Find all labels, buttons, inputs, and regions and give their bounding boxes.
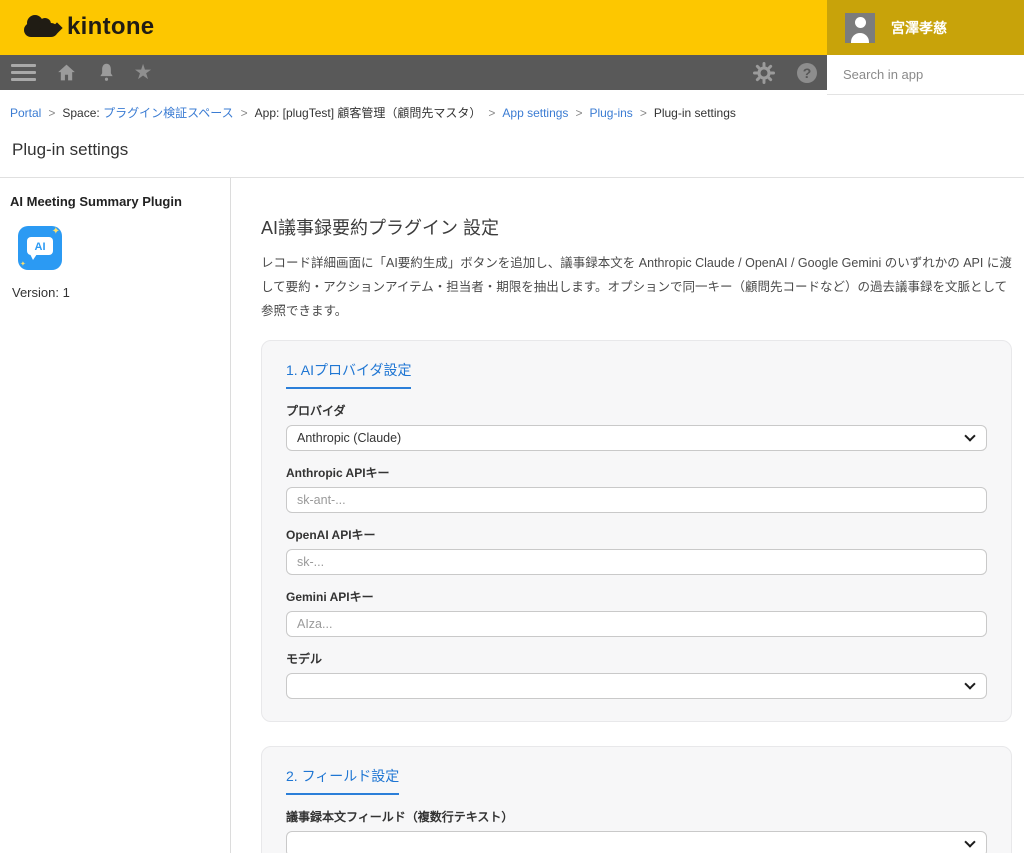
breadcrumb-item[interactable]: Plug-ins [589, 106, 632, 120]
avatar [845, 13, 875, 43]
plugin-name: AI Meeting Summary Plugin [10, 194, 220, 209]
kintone-cloud-icon [24, 23, 58, 37]
field-label: プロバイダ [286, 402, 987, 419]
notification-bell-icon[interactable] [95, 55, 117, 90]
plugin-icon: ✦ AI ✦ [18, 226, 62, 270]
speech-bubble-icon: AI [27, 237, 53, 255]
help-icon[interactable]: ? [795, 55, 819, 90]
model-select[interactable] [286, 673, 987, 699]
breadcrumb-prefix: Space: [62, 106, 103, 120]
breadcrumb-separator: > [488, 106, 495, 120]
plugin-icon-label: AI [35, 241, 46, 253]
settings-heading: AI議事録要約プラグイン 設定 [261, 214, 1012, 240]
brand-name: kintone [67, 13, 154, 41]
field-group: Anthropic APIキー [286, 464, 987, 513]
page-title: Plug-in settings [12, 140, 1024, 160]
plugin-sidebar: AI Meeting Summary Plugin ✦ AI ✦ Version… [0, 178, 231, 853]
breadcrumb-item[interactable]: Portal [10, 106, 41, 120]
field-group: プロバイダ Anthropic (Claude) [286, 402, 987, 451]
anthropic-api-key-input[interactable] [286, 487, 987, 513]
breadcrumb-item[interactable]: App settings [502, 106, 568, 120]
model-select-wrap [286, 673, 987, 699]
plugin-version: Version: 1 [12, 285, 220, 300]
field-group: OpenAI APIキー [286, 526, 987, 575]
global-toolbar: ★ ? [0, 55, 827, 90]
user-name: 宮澤孝慈 [891, 18, 947, 38]
settings-section-1: 1. AIプロバイダ設定プロバイダ Anthropic (Claude) Anthr… [261, 340, 1012, 722]
breadcrumb-item: App: [plugTest] 顧客管理（顧問先マスタ） [255, 106, 482, 120]
section-title: 2. フィールド設定 [286, 766, 399, 795]
breadcrumb: Portal > Space: プラグイン検証スペース > App: [plugTest… [0, 100, 1024, 121]
section-title: 1. AIプロバイダ設定 [286, 360, 411, 389]
settings-description: レコード詳細画面に「AI要約生成」ボタンを追加し、議事録本文を Anthropi… [261, 252, 1012, 323]
favorites-star-icon[interactable]: ★ [130, 55, 156, 90]
field-label: モデル [286, 650, 987, 667]
field-label: 議事録本文フィールド（複数行テキスト） [286, 808, 987, 825]
minutes-body-field-select-wrap [286, 831, 987, 853]
kintone-logo[interactable]: kintone [24, 13, 154, 41]
breadcrumb-separator: > [640, 106, 647, 120]
field-label: Gemini APIキー [286, 588, 987, 605]
kintone-plugin-settings-page: kintone 宮澤孝慈 ★ [0, 0, 1024, 853]
provider-select-wrap: Anthropic (Claude) [286, 425, 987, 451]
provider-select[interactable]: Anthropic (Claude) [286, 425, 987, 451]
sparkle-icon: ✦ [20, 261, 26, 268]
home-icon[interactable] [54, 55, 78, 90]
field-label: OpenAI APIキー [286, 526, 987, 543]
breadcrumb-separator: > [48, 106, 55, 120]
breadcrumb-item[interactable]: プラグイン検証スペース [103, 106, 234, 120]
breadcrumb-separator: > [241, 106, 248, 120]
settings-gear-icon[interactable] [752, 55, 776, 90]
minutes-body-field-select[interactable] [286, 831, 987, 853]
settings-section-2: 2. フィールド設定議事録本文フィールド（複数行テキスト）要約書き込み先フィール… [261, 746, 1012, 853]
sparkle-icon: ✦ [52, 227, 60, 237]
top-header: kintone [0, 0, 827, 55]
breadcrumb-item: Plug-in settings [654, 106, 736, 120]
openai-api-key-input[interactable] [286, 549, 987, 575]
user-menu[interactable]: 宮澤孝慈 [827, 0, 1024, 55]
hamburger-menu-icon[interactable] [10, 55, 36, 90]
app-search [827, 55, 1024, 95]
field-group: Gemini APIキー [286, 588, 987, 637]
gemini-api-key-input[interactable] [286, 611, 987, 637]
search-input[interactable] [827, 55, 1024, 94]
breadcrumb-separator: > [575, 106, 582, 120]
field-group: 議事録本文フィールド（複数行テキスト） [286, 808, 987, 853]
plugin-settings-main: AI議事録要約プラグイン 設定 レコード詳細画面に「AI要約生成」ボタンを追加し… [231, 178, 1024, 853]
field-label: Anthropic APIキー [286, 464, 987, 481]
field-group: モデル [286, 650, 987, 699]
